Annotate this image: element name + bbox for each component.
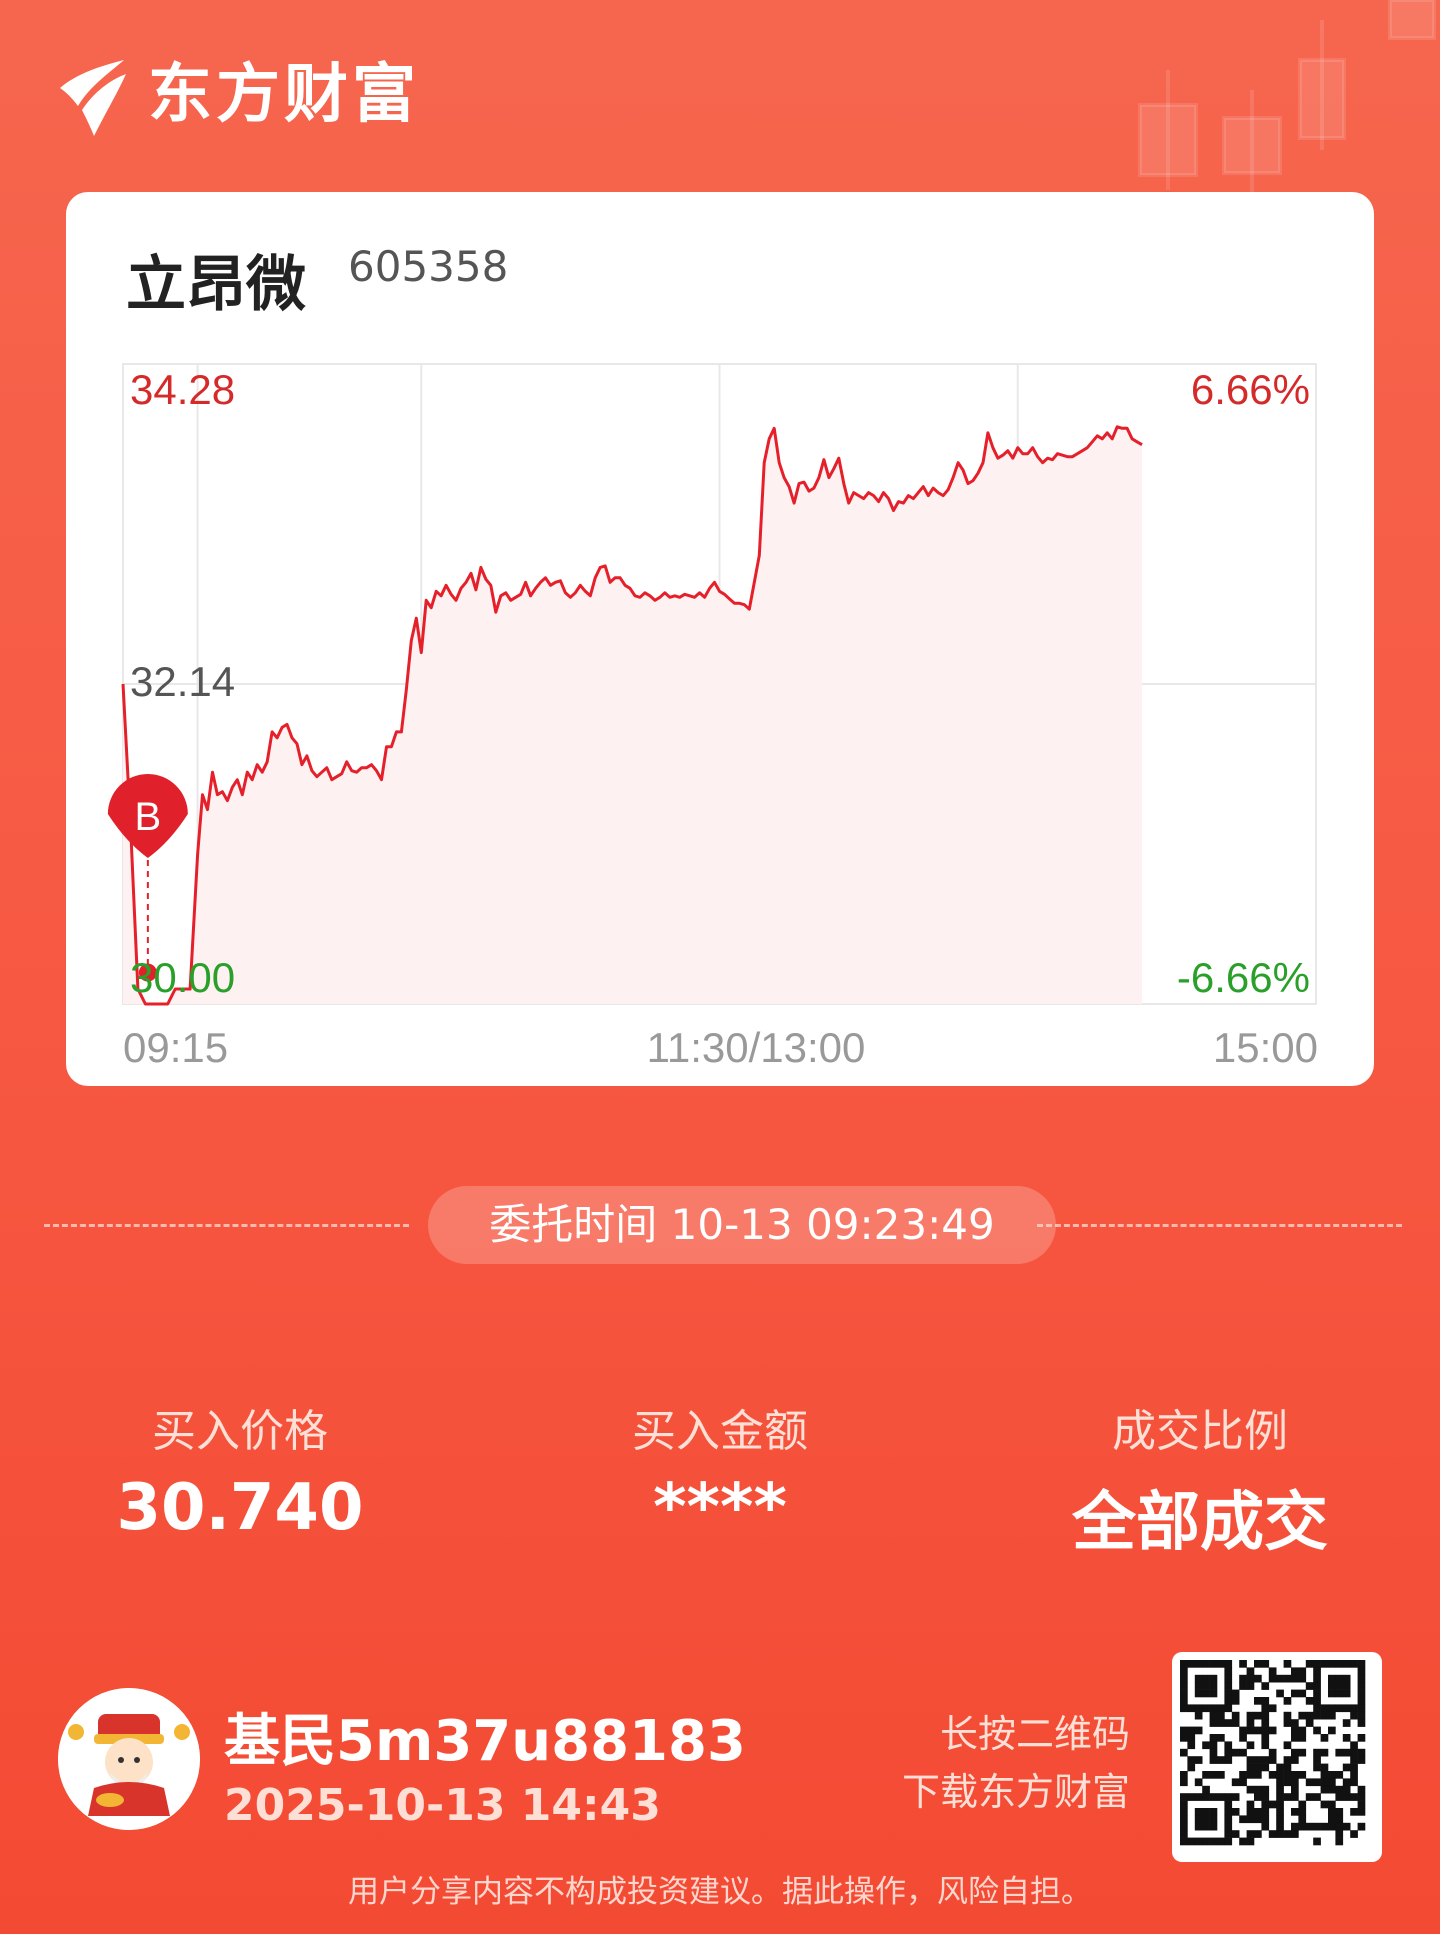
stat-value: 全部成交 [1072,1486,1328,1560]
disclaimer: 用户分享内容不构成投资建议。据此操作，风险自担。 [348,1874,1092,1910]
stat-label: 成交比例 [1112,1406,1288,1457]
qr-hint-line1: 长按二维码 [939,1712,1130,1756]
user-name: 基民5m37u88183 [224,1709,746,1774]
order-time-value: 10-13 09:23:49 [670,1200,995,1249]
stat-value: **** [653,1471,787,1545]
dashed-line-left [44,1224,409,1227]
qr-code-icon[interactable] [1172,1652,1382,1862]
order-time-divider: 委托时间 10-13 09:23:49 [44,1186,1402,1266]
share-datetime: 2025-10-13 14:43 [224,1780,661,1831]
stat-label: 买入金额 [632,1406,808,1457]
stat-label: 买入价格 [152,1406,328,1457]
eastmoney-logo-icon [60,60,126,136]
stat-buy-price: 买入价格 30.740 [60,1395,420,1545]
order-time-pill: 委托时间 10-13 09:23:49 [428,1186,1056,1264]
stat-fill-ratio: 成交比例 全部成交 [1020,1395,1380,1563]
stock-chart-card[interactable]: 立昂微 605358 B 34.28 32.14 30.00 6.66% -6.66% 0… [66,192,1374,1086]
x-tick-midday: 11:30/13:00 [647,1024,866,1071]
y-tick-right-high: 6.66% [1191,366,1310,413]
y-tick-right-low: -6.66% [1177,954,1310,1001]
order-time-label: 委托时间 [489,1200,658,1249]
x-tick-open: 09:15 [123,1024,228,1071]
qr-hint: 长按二维码 下载东方财富 [902,1705,1130,1821]
background-candlestick-decoration [1138,0,1436,200]
qr-hint-line2: 下载东方财富 [901,1770,1130,1814]
x-tick-close: 15:00 [1213,1024,1318,1071]
y-tick-low: 30.00 [130,954,235,1001]
y-tick-mid: 32.14 [130,658,235,705]
stat-buy-amount: 买入金额 **** [540,1395,900,1545]
stat-value: 30.740 [116,1471,364,1545]
god-of-wealth-avatar-icon[interactable] [58,1688,200,1830]
price-area-fill [123,426,1142,1004]
dashed-line-right [1037,1224,1402,1227]
intraday-price-chart: B 34.28 32.14 30.00 6.66% -6.66% 09:15 11:30/1… [107,363,1318,1071]
brand-name: 东方财富 [148,58,420,132]
trade-stats: 买入价格 30.740 买入金额 **** 成交比例 全部成交 [0,1395,1440,1560]
brand-logo: 东方财富 [56,52,420,138]
buy-marker-label: B [135,795,162,839]
y-tick-high: 34.28 [130,366,235,413]
